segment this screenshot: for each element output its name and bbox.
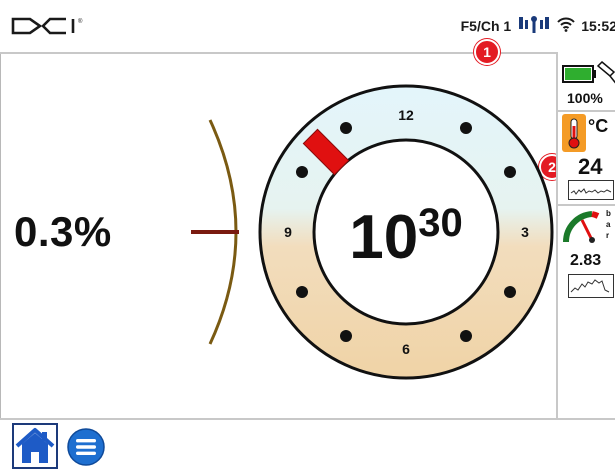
- home-icon: [15, 428, 55, 463]
- divider: [558, 110, 615, 112]
- menu-button[interactable]: [66, 427, 106, 467]
- gauge-value: 2.83: [570, 252, 602, 269]
- thermometer-icon: [562, 114, 586, 152]
- roll-minute: 30: [418, 201, 463, 245]
- channel-label[interactable]: F5/Ch 1: [461, 18, 512, 34]
- roll-hour: 10: [349, 203, 418, 272]
- gauge-label-b: b: [606, 209, 611, 218]
- dial-label-12: 12: [398, 107, 414, 123]
- status-area: F5/Ch 1 15:52: [461, 14, 615, 38]
- wifi-icon: [557, 15, 575, 38]
- dial-label-9: 9: [284, 224, 292, 240]
- gauge-label-a: a: [606, 220, 611, 229]
- battery-icon: [562, 60, 615, 84]
- temperature-graph-icon[interactable]: [568, 180, 614, 200]
- divider: [558, 204, 615, 206]
- gauge-graph-icon[interactable]: [568, 274, 614, 298]
- dial-label-3: 3: [521, 224, 529, 240]
- dci-logo: ®: [10, 15, 90, 42]
- antenna-signal-icon: [517, 14, 551, 39]
- dial-label-6: 6: [402, 341, 410, 357]
- svg-text:®: ®: [78, 18, 83, 25]
- locate-graphics: 12 3 6 9 1030: [191, 84, 554, 380]
- sidebar: 100% °C 24 b a r 2.83: [556, 52, 615, 418]
- home-button[interactable]: [12, 423, 58, 469]
- clock: 15:52: [581, 18, 615, 34]
- status-bar: ® F5/Ch 1 15:52: [0, 0, 615, 54]
- temperature-unit: °C: [588, 116, 609, 136]
- battery-percent: 100%: [567, 90, 603, 106]
- menu-icon: [67, 428, 105, 466]
- temperature-value: 24: [578, 154, 603, 179]
- gauge-icon: [562, 211, 600, 243]
- gauge-label-r: r: [606, 231, 610, 240]
- gauge-side-labels: b a r: [606, 208, 611, 241]
